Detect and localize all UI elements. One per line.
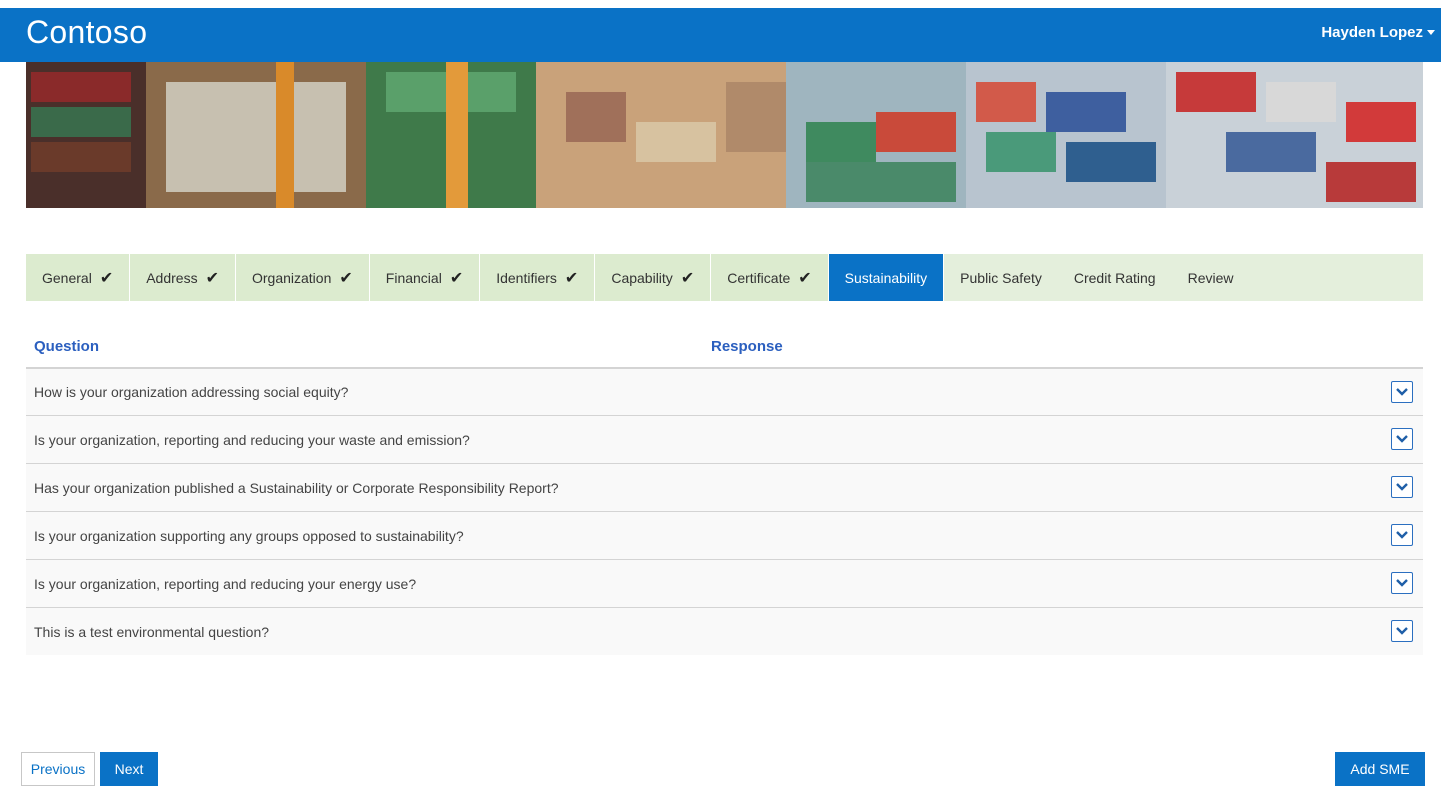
brand-logo[interactable]: Contoso xyxy=(26,14,147,51)
user-name: Hayden Lopez xyxy=(1321,24,1423,41)
checkmark-icon: ✔ xyxy=(205,269,219,287)
checkmark-icon: ✔ xyxy=(680,269,695,287)
tab-organization[interactable]: Organization ✔ xyxy=(235,254,370,301)
tab-label: Financial xyxy=(385,269,442,286)
tab-label: Review xyxy=(1187,269,1234,286)
tab-capability[interactable]: Capability ✔ xyxy=(595,254,712,301)
checkmark-icon: ✔ xyxy=(449,269,464,287)
table-row: Has your organization published a Sustai… xyxy=(26,463,1423,511)
chevron-down-icon xyxy=(1396,531,1408,539)
next-button[interactable]: Next xyxy=(100,752,158,786)
tab-label: Certificate xyxy=(727,269,791,286)
tab-label: General xyxy=(42,269,92,286)
tab-general[interactable]: General ✔ xyxy=(26,254,131,301)
question-text: Has your organization published a Sustai… xyxy=(34,479,559,496)
table-row: Is your organization, reporting and redu… xyxy=(26,415,1423,463)
chevron-down-icon xyxy=(1396,435,1408,443)
header-top-strip xyxy=(0,0,1441,8)
tab-label: Capability xyxy=(611,269,673,286)
table-row: How is your organization addressing soci… xyxy=(26,367,1423,415)
chevron-down-icon xyxy=(1396,579,1408,587)
checkmark-icon: ✔ xyxy=(564,269,579,287)
previous-button[interactable]: Previous xyxy=(21,752,95,786)
tab-credit-rating[interactable]: Credit Rating xyxy=(1058,254,1172,301)
questions-table: How is your organization addressing soci… xyxy=(26,367,1423,655)
tab-label: Organization xyxy=(251,269,332,286)
table-row: Is your organization supporting any grou… xyxy=(26,511,1423,559)
table-header: Question Response xyxy=(26,330,1423,366)
tab-address[interactable]: Address ✔ xyxy=(130,254,236,301)
tab-public-safety[interactable]: Public Safety xyxy=(944,254,1058,301)
table-row: Is your organization, reporting and redu… xyxy=(26,559,1423,607)
tab-label: Sustainability xyxy=(844,269,928,286)
shipping-containers-illustration xyxy=(26,62,1423,208)
expand-row-button[interactable] xyxy=(1391,620,1413,642)
tab-identifiers[interactable]: Identifiers ✔ xyxy=(480,254,596,301)
chevron-down-icon xyxy=(1396,483,1408,491)
chevron-down-icon xyxy=(1396,388,1408,396)
column-header-response: Response xyxy=(711,338,783,355)
checkmark-icon: ✔ xyxy=(339,269,353,287)
table-row: This is a test environmental question? xyxy=(26,607,1423,655)
app-header: Contoso Hayden Lopez xyxy=(0,0,1441,62)
expand-row-button[interactable] xyxy=(1391,572,1413,594)
question-text: This is a test environmental question? xyxy=(34,623,270,640)
tab-certificate[interactable]: Certificate ✔ xyxy=(711,254,829,301)
expand-row-button[interactable] xyxy=(1391,524,1413,546)
expand-row-button[interactable] xyxy=(1391,476,1413,498)
tab-label: Credit Rating xyxy=(1073,269,1156,286)
expand-row-button[interactable] xyxy=(1391,381,1413,403)
user-menu[interactable]: Hayden Lopez xyxy=(1321,24,1435,41)
question-text: Is your organization supporting any grou… xyxy=(34,527,464,544)
checkmark-icon: ✔ xyxy=(798,269,812,287)
expand-row-button[interactable] xyxy=(1391,428,1413,450)
caret-down-icon xyxy=(1427,30,1435,35)
tab-review[interactable]: Review xyxy=(1172,254,1250,301)
tab-financial[interactable]: Financial ✔ xyxy=(369,254,481,301)
tab-label: Identifiers xyxy=(496,269,557,286)
wizard-tabs: General ✔ Address ✔ Organization ✔ Financia… xyxy=(26,254,1423,301)
tab-sustainability[interactable]: Sustainability xyxy=(828,254,945,301)
question-text: Is your organization, reporting and redu… xyxy=(34,575,417,592)
tab-label: Public Safety xyxy=(960,269,1042,286)
question-text: Is your organization, reporting and redu… xyxy=(34,431,470,448)
banner-image xyxy=(26,62,1423,208)
tab-label: Address xyxy=(146,269,198,286)
question-text: How is your organization addressing soci… xyxy=(34,384,349,400)
column-header-question: Question xyxy=(34,338,100,355)
checkmark-icon: ✔ xyxy=(99,269,114,287)
chevron-down-icon xyxy=(1396,627,1408,635)
add-sme-button[interactable]: Add SME xyxy=(1335,752,1425,786)
